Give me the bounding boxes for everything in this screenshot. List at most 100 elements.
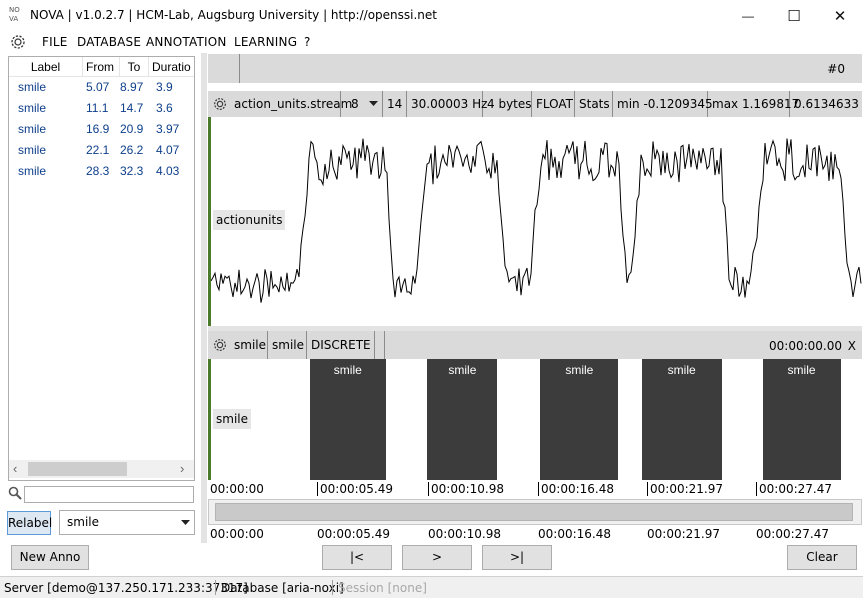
stream-stats-button[interactable]: Stats	[575, 91, 613, 117]
stream-header: action_units.stream 8 14 30.00003 Hz 4 b…	[208, 91, 863, 117]
table-cell[interactable]: 28.3	[86, 161, 109, 182]
label-select-value: smile	[67, 515, 99, 529]
search-input[interactable]	[24, 486, 194, 503]
annotation-segment[interactable]: smile	[540, 359, 619, 480]
search-icon	[8, 486, 22, 500]
menu-help[interactable]: ?	[304, 35, 311, 49]
window-title: NOVA | v1.0.2.7 | HCM-Lab, Augsburg Univ…	[30, 8, 437, 22]
annotation-segment[interactable]: smile	[427, 359, 498, 480]
table-horizontal-scrollbar[interactable]: ‹ ›	[9, 460, 194, 478]
ruler-tick-label: 00:00:27.47	[756, 482, 832, 496]
table-cell[interactable]: 20.9	[120, 119, 143, 140]
annotation-track-label: smile	[213, 409, 251, 429]
menu-annotation[interactable]: ANNOTATION	[146, 35, 227, 49]
status-bar: Server [demo@137.250.171.233:37317] Data…	[0, 576, 863, 598]
ruler-tick-label: 00:00:10.98	[428, 482, 504, 496]
segment-label: smile	[667, 363, 696, 377]
column-header-from[interactable]: From	[83, 57, 120, 77]
relabel-button[interactable]: Relabel	[7, 511, 52, 535]
annotation-label: smile	[268, 331, 307, 359]
annotation-segment[interactable]: smile	[762, 359, 841, 480]
time-ruler: 00:00:00 00:00:05.49 00:00:10.98 00:00:16.4…	[208, 480, 862, 498]
annotation-track[interactable]: smile smile smile smile smile	[211, 359, 862, 480]
stream-bytes: 4 bytes	[483, 91, 532, 117]
annotation-scheme: smile	[234, 338, 266, 352]
column-header-to[interactable]: To	[120, 57, 149, 77]
slider-tick-label: 00:00:21.97	[647, 527, 720, 541]
table-cell[interactable]: 5.07	[86, 77, 109, 98]
slider-tick-label: 00:00:00	[210, 527, 264, 541]
scroll-right-icon[interactable]: ›	[180, 461, 184, 476]
column-header-label[interactable]: Label	[9, 57, 83, 77]
menu-bar: FILE DATABASE ANNOTATION LEARNING ?	[0, 31, 863, 53]
scrollbar-thumb[interactable]	[28, 462, 127, 476]
table-cell[interactable]: 3.97	[156, 119, 179, 140]
timeline-slider-thumb[interactable]	[215, 503, 853, 521]
stream-mean: 0.6134633 00	[794, 97, 863, 111]
menu-database[interactable]: DATABASE	[77, 35, 141, 49]
table-cell[interactable]: 3.9	[156, 77, 173, 98]
minimize-icon: —	[742, 8, 754, 23]
stream-rate: 30.00003 Hz	[407, 91, 487, 117]
table-cell[interactable]: smile	[18, 77, 46, 98]
stream-dim-select[interactable]: 8	[341, 91, 383, 117]
annotation-table[interactable]: Label From To Duratio smile 5.07 8.97 3.9 sm…	[8, 56, 195, 481]
go-to-start-button[interactable]: |<	[322, 545, 392, 570]
divider	[239, 54, 240, 83]
table-cell[interactable]: 32.3	[120, 161, 143, 182]
logo-top: NO	[9, 6, 20, 14]
table-cell[interactable]: 26.2	[120, 140, 143, 161]
segment-label: smile	[333, 363, 362, 377]
annotation-scheme-cell[interactable]: smile	[208, 331, 268, 359]
column-header-duration[interactable]: Duratio	[149, 57, 194, 77]
table-cell[interactable]: smile	[18, 140, 46, 161]
table-cell[interactable]: smile	[18, 98, 46, 119]
annotation-segment[interactable]: smile	[641, 359, 722, 480]
app-logo-icon: NO VA	[9, 6, 25, 26]
menu-learning[interactable]: LEARNING	[234, 35, 297, 49]
maximize-button[interactable]: ☐	[771, 0, 817, 31]
panel-splitter[interactable]	[201, 53, 207, 543]
stream-settings-icon[interactable]	[212, 96, 228, 112]
annotation-close-button[interactable]: X	[848, 339, 856, 353]
annotation-settings-icon[interactable]	[212, 337, 228, 353]
stream-name: action_units.stream	[234, 97, 353, 111]
segment-label: smile	[448, 363, 477, 377]
dim-chevron-down-icon	[368, 101, 378, 106]
maximize-icon: ☐	[787, 7, 801, 25]
stream-dim: 8	[351, 97, 359, 111]
label-select[interactable]: smile	[59, 510, 195, 535]
signal-plot[interactable]	[211, 117, 862, 327]
table-cell[interactable]: smile	[18, 161, 46, 182]
table-cell[interactable]: 4.07	[156, 140, 179, 161]
ruler-tick-label: 00:00:21.97	[647, 482, 723, 496]
table-cell[interactable]: 16.9	[86, 119, 109, 140]
close-button[interactable]: ✕	[817, 0, 863, 31]
settings-gear-icon[interactable]	[9, 33, 27, 51]
signal-track-label: actionunits	[213, 210, 286, 230]
minimize-button[interactable]: —	[725, 0, 771, 31]
annotation-segment[interactable]: smile	[309, 359, 386, 480]
table-cell[interactable]: smile	[18, 119, 46, 140]
table-cell[interactable]: 22.1	[86, 140, 109, 161]
status-database: Database [aria-noxi]	[221, 581, 344, 595]
go-to-end-button[interactable]: >|	[482, 545, 552, 570]
table-cell[interactable]: 4.03	[156, 161, 179, 182]
clear-button[interactable]: Clear	[787, 545, 857, 570]
table-cell[interactable]: 14.7	[120, 98, 143, 119]
scroll-left-icon[interactable]: ‹	[13, 461, 17, 476]
slider-tick-label: 00:00:10.98	[428, 527, 501, 541]
table-cell[interactable]: 8.97	[120, 77, 143, 98]
table-cell[interactable]: 3.6	[156, 98, 173, 119]
menu-file[interactable]: FILE	[42, 35, 68, 49]
new-anno-button[interactable]: New Anno	[11, 545, 89, 570]
play-button[interactable]: >	[402, 545, 472, 570]
logo-bottom: VA	[9, 15, 19, 23]
status-session: Session [none]	[338, 581, 427, 595]
annotation-time: 00:00:00.00	[769, 339, 842, 353]
stream-name-cell[interactable]: action_units.stream	[208, 91, 352, 117]
slider-tick-label: 00:00:16.48	[538, 527, 611, 541]
table-cell[interactable]: 11.1	[86, 98, 108, 119]
status-divider	[332, 580, 333, 595]
timeline-slider[interactable]	[208, 499, 862, 525]
